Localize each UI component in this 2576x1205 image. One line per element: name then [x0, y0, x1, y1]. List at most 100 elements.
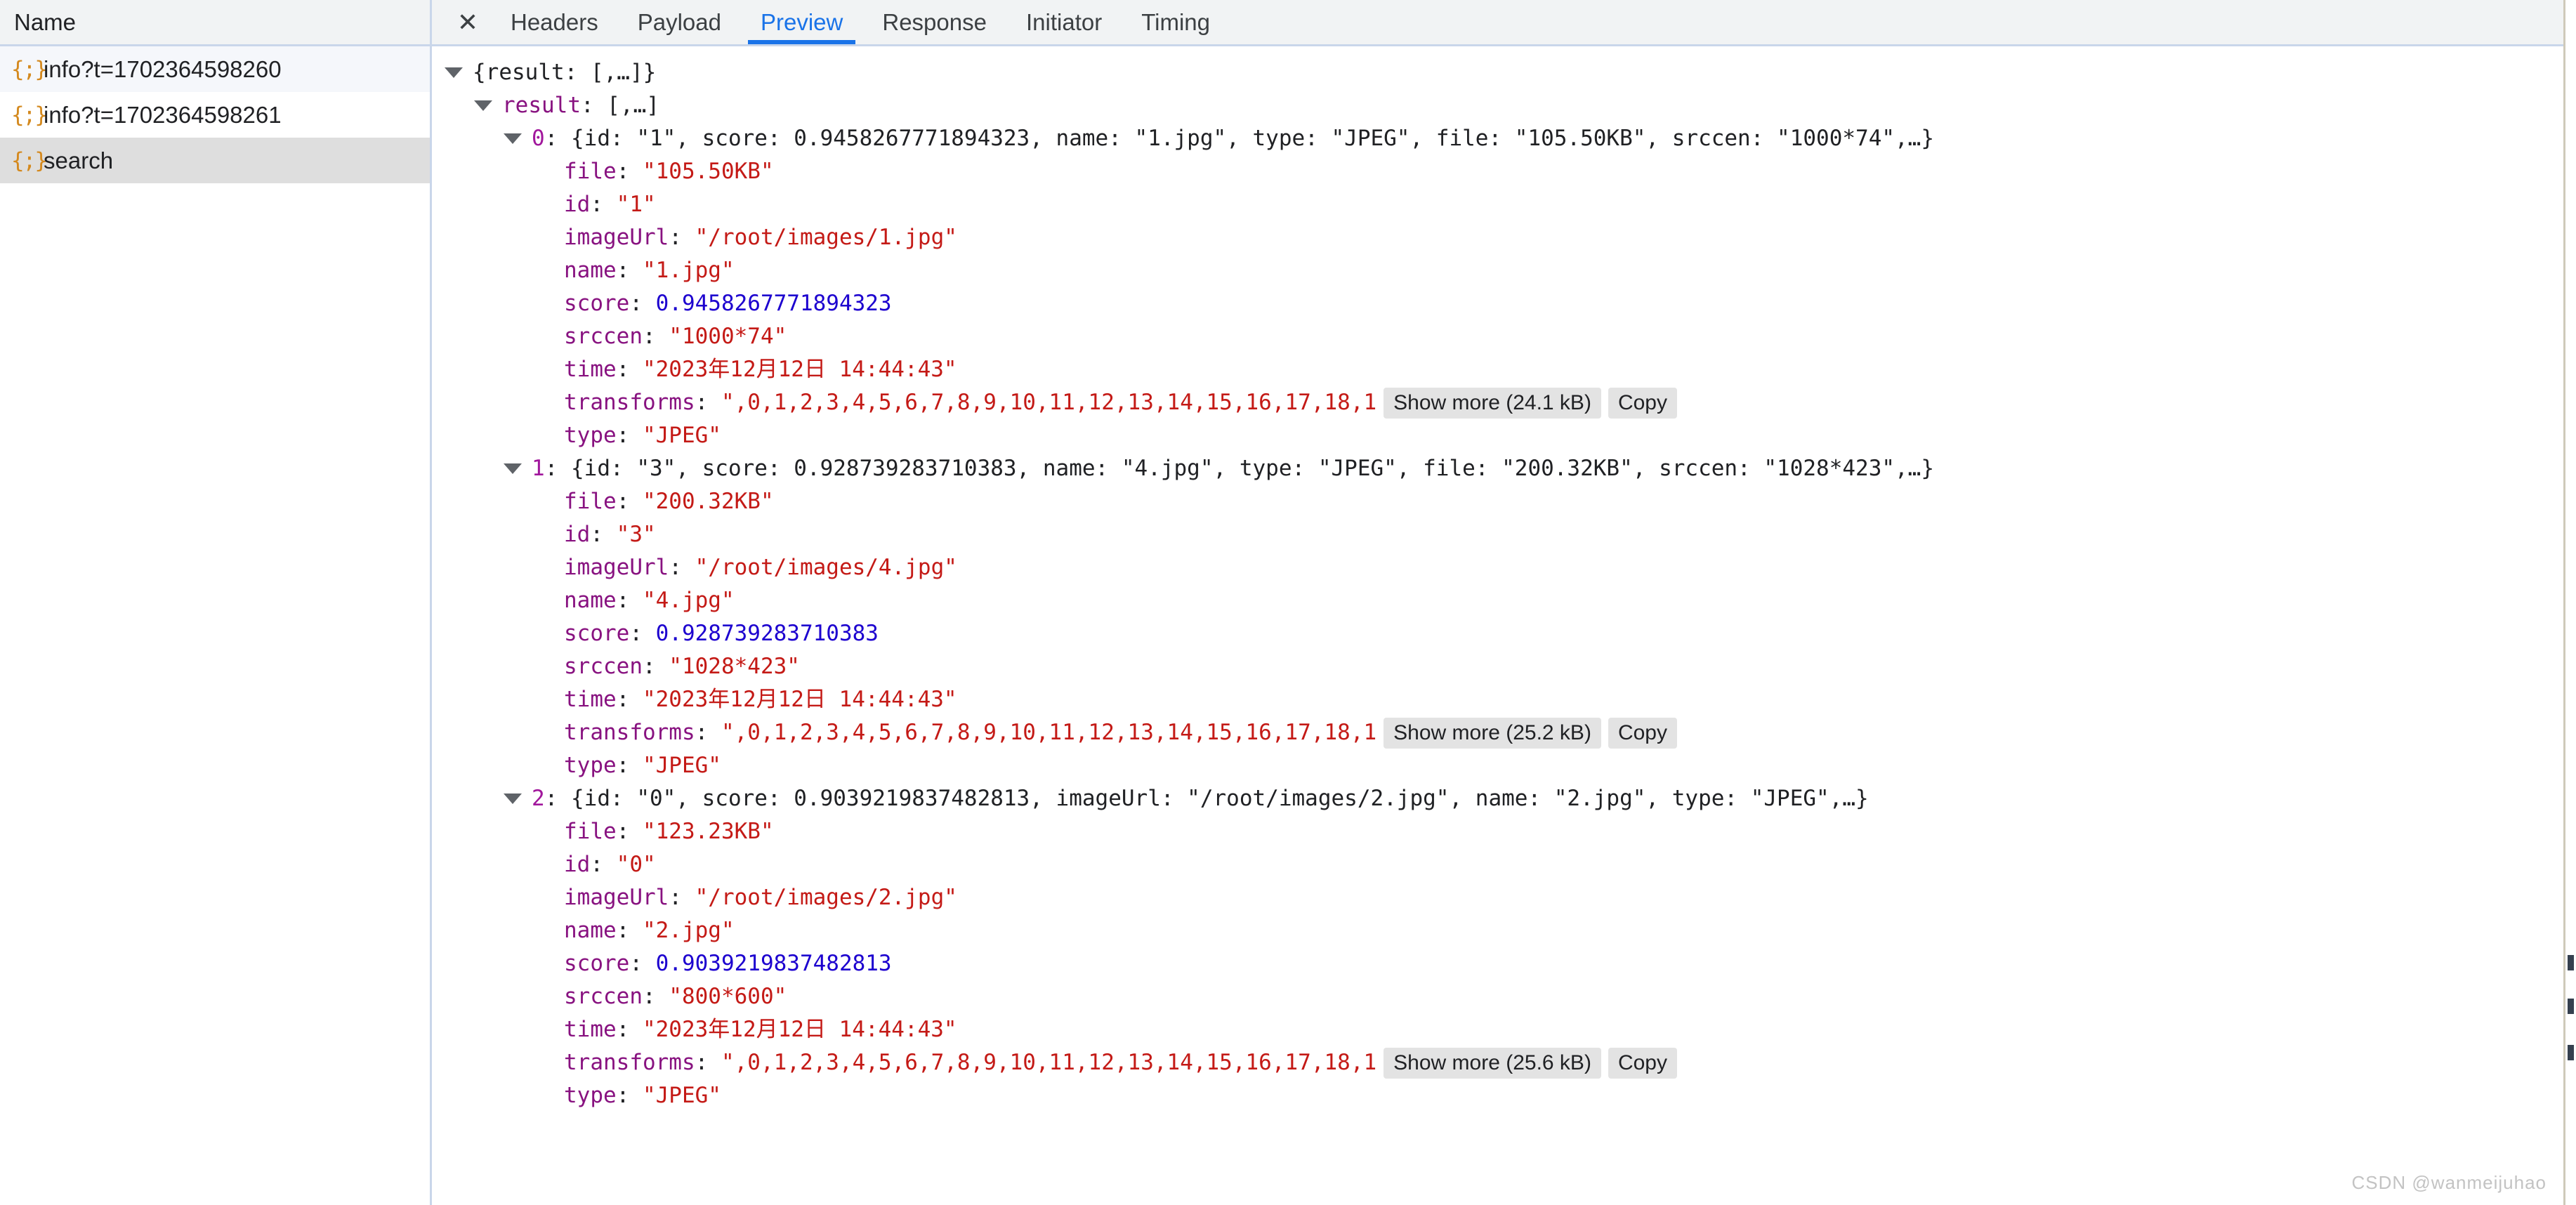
scrollbar-thumb[interactable] [2568, 1045, 2574, 1060]
property-key: imageUrl [564, 885, 669, 910]
list-item[interactable]: {;} info?t=1702364598260 [0, 46, 430, 92]
property-value: "123.23KB" [642, 819, 774, 844]
tab-timing[interactable]: Timing [1122, 0, 1230, 44]
tree-row-property-id[interactable]: id: "1" [432, 188, 2576, 221]
tree-row-result[interactable]: result: [,…] [432, 89, 2576, 122]
tree-row-property-name[interactable]: name: "2.jpg" [432, 914, 2576, 947]
property-value: "/root/images/1.jpg" [695, 225, 957, 250]
request-list-column-header[interactable]: Name [0, 0, 430, 46]
property-key: srccen [564, 984, 643, 1009]
property-value: "200.32KB" [642, 489, 774, 514]
property-key: file [564, 159, 617, 184]
tree-row-property-time[interactable]: time: "2023年12月12日 14:44:43" [432, 683, 2576, 716]
tree-row-property-name[interactable]: name: "4.jpg" [432, 584, 2576, 617]
chevron-down-icon[interactable] [504, 463, 522, 474]
property-key: id [564, 852, 591, 877]
request-name: info?t=1702364598260 [44, 55, 282, 82]
tree-row-root[interactable]: {result: [,…]} [432, 56, 2576, 89]
chevron-down-icon[interactable] [504, 133, 522, 144]
property-value-truncated: ",0,1,2,3,4,5,6,7,8,9,10,11,12,13,14,15,… [721, 720, 1377, 745]
tree-row-property-score[interactable]: score: 0.9458267771894323 [432, 287, 2576, 320]
chevron-down-icon[interactable] [474, 100, 492, 111]
tree-row-property-srccen[interactable]: srccen: "1028*423" [432, 650, 2576, 683]
tree-row-item-0[interactable]: 0: {id: "1", score: 0.9458267771894323, … [432, 122, 2576, 155]
copy-button[interactable]: Copy [1608, 717, 1677, 749]
property-key: imageUrl [564, 555, 669, 580]
vertical-scrollbar[interactable] [2563, 0, 2576, 1205]
property-value-truncated: ",0,1,2,3,4,5,6,7,8,9,10,11,12,13,14,15,… [721, 390, 1377, 415]
json-braces-icon: {;} [11, 147, 48, 173]
tree-row-property-srccen[interactable]: srccen: "800*600" [432, 980, 2576, 1013]
property-key: imageUrl [564, 225, 669, 250]
scrollbar-thumb[interactable] [2568, 955, 2574, 970]
scrollbar-thumb[interactable] [2568, 999, 2574, 1014]
root-summary: {result: [,…]} [473, 60, 657, 85]
tree-row-property-type[interactable]: type: "JPEG" [432, 419, 2576, 452]
tree-row-property-transforms[interactable]: transforms: ",0,1,2,3,4,5,6,7,8,9,10,11,… [432, 1046, 2576, 1079]
property-value: "JPEG" [642, 423, 721, 448]
property-key: type [564, 1083, 617, 1108]
property-value: "2023年12月12日 14:44:43" [642, 687, 957, 712]
tab-preview[interactable]: Preview [741, 0, 862, 44]
property-key: name [564, 588, 617, 613]
tree-row-property-transforms[interactable]: transforms: ",0,1,2,3,4,5,6,7,8,9,10,11,… [432, 386, 2576, 419]
tab-payload[interactable]: Payload [618, 0, 741, 44]
tree-row-property-imageurl[interactable]: imageUrl: "/root/images/2.jpg" [432, 881, 2576, 914]
property-key: name [564, 918, 617, 943]
tab-initiator[interactable]: Initiator [1006, 0, 1122, 44]
property-key: time [564, 687, 617, 712]
copy-button[interactable]: Copy [1608, 387, 1677, 419]
tree-row-property-id[interactable]: id: "3" [432, 518, 2576, 551]
show-more-button[interactable]: Show more (25.6 kB) [1384, 1047, 1601, 1079]
tab-headers[interactable]: Headers [491, 0, 618, 44]
property-value: "0" [616, 852, 656, 877]
tree-row-property-id[interactable]: id: "0" [432, 848, 2576, 881]
property-key: type [564, 423, 617, 448]
json-preview-tree: {result: [,…]} result: [,…] 0: {id: "1",… [432, 46, 2576, 1112]
request-detail-panel: ✕ Headers Payload Preview Response Initi… [432, 0, 2576, 1205]
chevron-down-icon[interactable] [504, 794, 522, 804]
property-value: "2023年12月12日 14:44:43" [642, 1017, 957, 1042]
property-key: srccen [564, 324, 643, 349]
request-list-sidebar: Name {;} info?t=1702364598260 {;} info?t… [0, 0, 432, 1205]
tree-row-property-imageurl[interactable]: imageUrl: "/root/images/1.jpg" [432, 221, 2576, 254]
tree-row-property-file[interactable]: file: "105.50KB" [432, 155, 2576, 188]
tree-row-property-type[interactable]: type: "JPEG" [432, 749, 2576, 782]
tree-row-property-file[interactable]: file: "200.32KB" [432, 485, 2576, 518]
tree-row-property-file[interactable]: file: "123.23KB" [432, 815, 2576, 848]
tree-row-property-type[interactable]: type: "JPEG" [432, 1079, 2576, 1112]
request-name: info?t=1702364598261 [44, 101, 282, 128]
tab-response[interactable]: Response [862, 0, 1006, 44]
property-value: "JPEG" [642, 753, 721, 778]
tree-row-property-time[interactable]: time: "2023年12月12日 14:44:43" [432, 353, 2576, 386]
detail-tabbar: ✕ Headers Payload Preview Response Initi… [432, 0, 2576, 46]
show-more-button[interactable]: Show more (24.1 kB) [1384, 387, 1601, 419]
copy-button[interactable]: Copy [1608, 1047, 1677, 1079]
tree-row-property-score[interactable]: score: 0.928739283710383 [432, 617, 2576, 650]
tree-row-item-2[interactable]: 2: {id: "0", score: 0.9039219837482813, … [432, 782, 2576, 815]
list-item[interactable]: {;} info?t=1702364598261 [0, 92, 430, 138]
tree-row-property-imageurl[interactable]: imageUrl: "/root/images/4.jpg" [432, 551, 2576, 584]
chevron-down-icon[interactable] [445, 67, 463, 78]
tree-row-property-time[interactable]: time: "2023年12月12日 14:44:43" [432, 1013, 2576, 1046]
property-key: id [564, 192, 591, 217]
property-key: score [564, 951, 630, 976]
close-icon[interactable]: ✕ [445, 0, 491, 44]
property-value: "105.50KB" [642, 159, 774, 184]
property-key: file [564, 489, 617, 514]
property-key: id [564, 522, 591, 547]
property-key: time [564, 357, 617, 382]
list-item-selected[interactable]: {;} search [0, 138, 430, 183]
array-index: 1 [532, 456, 545, 481]
array-index: 0 [532, 126, 545, 151]
devtools-network-panel: Name {;} info?t=1702364598260 {;} info?t… [0, 0, 2576, 1205]
tree-row-property-score[interactable]: score: 0.9039219837482813 [432, 947, 2576, 980]
tree-row-property-srccen[interactable]: srccen: "1000*74" [432, 320, 2576, 353]
request-name: search [44, 147, 114, 173]
tree-row-property-transforms[interactable]: transforms: ",0,1,2,3,4,5,6,7,8,9,10,11,… [432, 716, 2576, 749]
tree-row-property-name[interactable]: name: "1.jpg" [432, 254, 2576, 287]
json-braces-icon: {;} [11, 56, 48, 82]
item-summary: : {id: "1", score: 0.9458267771894323, n… [544, 126, 1935, 151]
tree-row-item-1[interactable]: 1: {id: "3", score: 0.928739283710383, n… [432, 452, 2576, 485]
show-more-button[interactable]: Show more (25.2 kB) [1384, 717, 1601, 749]
